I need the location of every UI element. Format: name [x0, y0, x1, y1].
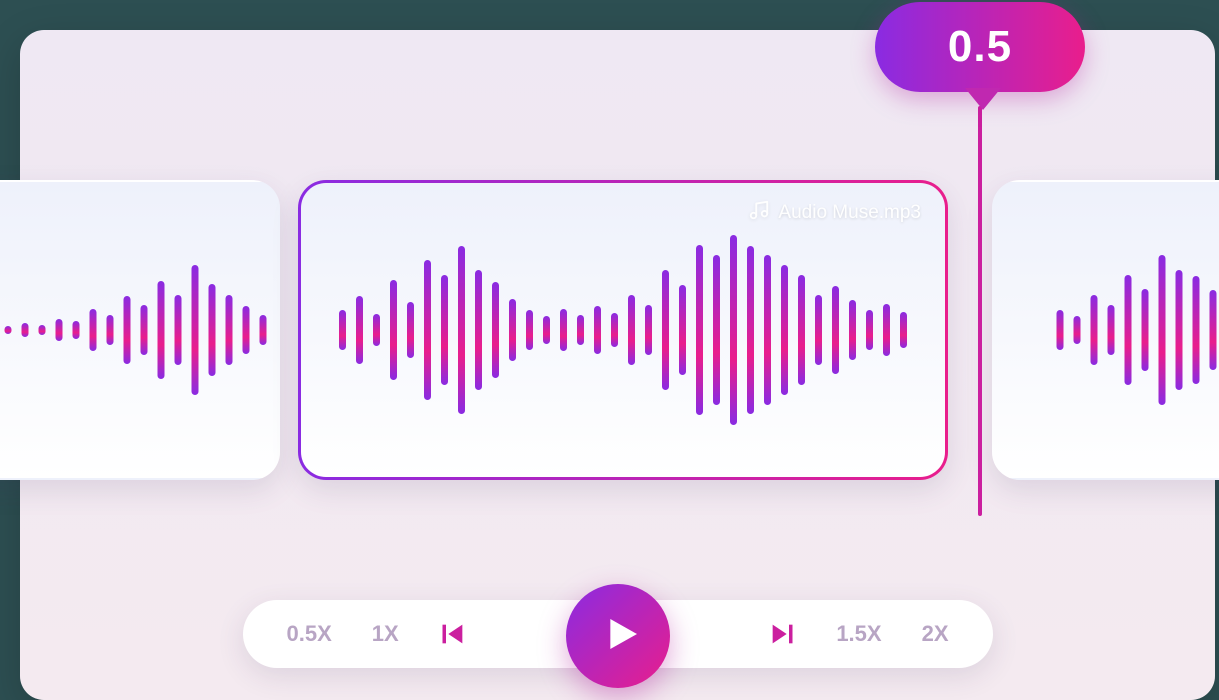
speed-option-1x[interactable]: 1X	[372, 621, 399, 647]
wave-bar	[124, 296, 131, 364]
wave-bar	[594, 306, 601, 354]
wave-bar	[475, 270, 482, 390]
wave-bar	[1057, 310, 1064, 350]
wave-bar	[832, 286, 839, 374]
wave-bar	[866, 310, 873, 350]
wave-bar	[764, 255, 771, 405]
wave-bar	[747, 246, 754, 414]
wave-bar	[175, 295, 182, 365]
speed-option-2x[interactable]: 2X	[922, 621, 949, 647]
wave-bar	[39, 325, 46, 335]
wave-bar	[1159, 255, 1166, 405]
wave-bar	[645, 305, 652, 355]
wave-bar	[141, 305, 148, 355]
wave-bar	[56, 319, 63, 341]
wave-bar	[458, 246, 465, 414]
waveform	[1057, 255, 1219, 405]
speed-option-0-5x[interactable]: 0.5X	[287, 621, 332, 647]
play-icon	[594, 612, 642, 661]
wave-bar	[107, 315, 114, 345]
wave-bar	[815, 295, 822, 365]
waveform	[339, 235, 907, 425]
track-row: Audio Muse.mp3	[20, 180, 1215, 480]
speed-group-right: 1.5X 2X	[768, 620, 948, 648]
speed-tooltip: 0.5	[875, 2, 1085, 92]
wave-bar	[356, 296, 363, 364]
wave-bar	[492, 282, 499, 378]
wave-bar	[192, 265, 199, 395]
wave-bar	[407, 302, 414, 358]
audio-clip-main[interactable]: Audio Muse.mp3	[298, 180, 948, 480]
wave-bar	[611, 313, 618, 347]
wave-bar	[1125, 275, 1132, 385]
wave-bar	[849, 300, 856, 360]
wave-bar	[390, 280, 397, 380]
wave-bar	[900, 312, 907, 348]
wave-bar	[209, 284, 216, 376]
audio-clip-next[interactable]	[992, 180, 1219, 480]
wave-bar	[90, 309, 97, 351]
wave-bar	[679, 285, 686, 375]
wave-bar	[526, 310, 533, 350]
speed-value: 0.5	[948, 22, 1012, 72]
wave-bar	[1210, 290, 1217, 370]
wave-bar	[509, 299, 516, 361]
wave-bar	[22, 323, 29, 337]
waveform	[0, 265, 267, 395]
wave-bar	[243, 306, 250, 354]
playhead[interactable]	[978, 106, 982, 516]
speed-group-left: 0.5X 1X	[287, 620, 467, 648]
wave-bar	[373, 314, 380, 346]
wave-bar	[696, 245, 703, 415]
wave-bar	[662, 270, 669, 390]
wave-bar	[5, 326, 12, 334]
audio-clip-prev[interactable]	[0, 180, 280, 480]
wave-bar	[883, 304, 890, 356]
wave-bar	[1074, 316, 1081, 344]
audio-editor-panel: 0.5 Audio Muse.mp3	[20, 30, 1215, 700]
speed-option-1-5x[interactable]: 1.5X	[836, 621, 881, 647]
wave-bar	[798, 275, 805, 385]
clip-filename: Audio Muse.mp3	[778, 202, 921, 224]
wave-bar	[628, 295, 635, 365]
wave-bar	[158, 281, 165, 379]
wave-bar	[339, 310, 346, 350]
wave-bar	[73, 321, 80, 339]
wave-bar	[1108, 305, 1115, 355]
wave-bar	[577, 315, 584, 345]
wave-bar	[424, 260, 431, 400]
wave-bar	[1142, 289, 1149, 371]
wave-bar	[560, 309, 567, 351]
play-button[interactable]	[566, 584, 670, 688]
wave-bar	[730, 235, 737, 425]
wave-bar	[1176, 270, 1183, 390]
wave-bar	[441, 275, 448, 385]
next-button[interactable]	[768, 620, 796, 648]
wave-bar	[1193, 276, 1200, 384]
prev-button[interactable]	[439, 620, 467, 648]
wave-bar	[260, 315, 267, 345]
wave-bar	[543, 316, 550, 344]
wave-bar	[781, 265, 788, 395]
wave-bar	[713, 255, 720, 405]
clip-label: Audio Muse.mp3	[748, 199, 921, 227]
wave-bar	[226, 295, 233, 365]
wave-bar	[1091, 295, 1098, 365]
music-note-icon	[748, 199, 770, 227]
